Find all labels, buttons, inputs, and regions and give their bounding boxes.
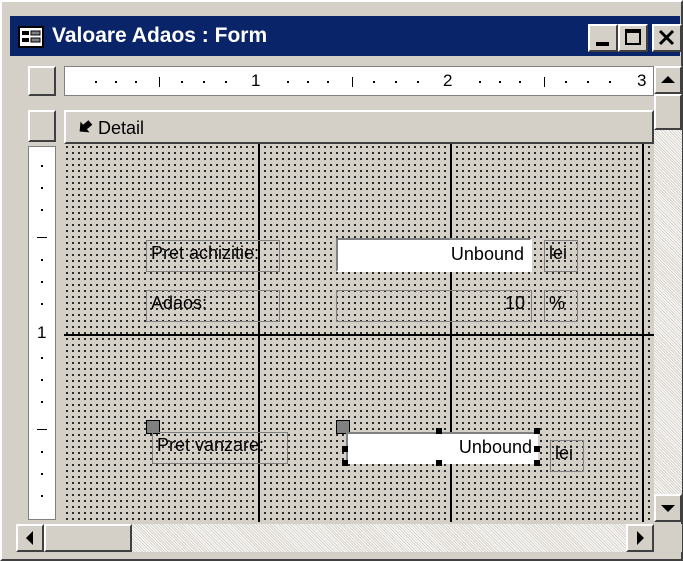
minimize-icon — [596, 42, 609, 46]
pret-achizitie-unit-label[interactable]: lei — [544, 240, 578, 272]
section-selector[interactable] — [28, 110, 56, 142]
adaos-unit-label[interactable]: % — [544, 290, 578, 322]
detail-design-grid[interactable]: Pret achizitie: Unbound lei Adaos: 10 % … — [64, 144, 654, 522]
size-grip-corner — [654, 524, 682, 552]
resize-handle-top-right[interactable] — [534, 428, 540, 434]
detail-section-header[interactable]: Detail — [64, 110, 654, 144]
vertical-scroll-thumb[interactable] — [654, 94, 682, 130]
section-arrow-icon — [79, 120, 93, 133]
vertical-scrollbar[interactable] — [654, 66, 682, 522]
scroll-right-button[interactable] — [626, 524, 654, 552]
resize-handle-top-middle[interactable] — [436, 428, 442, 434]
arrow-right-icon — [637, 531, 644, 545]
pret-achizitie-label[interactable]: Pret achizitie: — [146, 240, 280, 272]
arrow-up-icon — [661, 76, 675, 83]
pret-vanzare-label[interactable]: Pret vanzare: — [152, 432, 288, 464]
maximize-button[interactable] — [618, 24, 648, 52]
scroll-up-button[interactable] — [654, 66, 682, 94]
vertical-ruler-number-1: 1 — [37, 323, 47, 342]
ruler-number-2: 2 — [443, 71, 453, 90]
section-label: Detail — [98, 118, 145, 138]
grid-line-vertical-1 — [258, 144, 260, 522]
pret-vanzare-unit-label[interactable]: lei — [550, 440, 584, 472]
adaos-label[interactable]: Adaos: — [146, 290, 280, 322]
resize-handle-middle-left[interactable] — [342, 446, 348, 452]
arrow-left-icon — [26, 531, 33, 545]
ruler-number-1: 1 — [251, 71, 261, 90]
horizontal-scroll-thumb[interactable] — [44, 524, 132, 552]
vertical-ruler[interactable]: 1 — [28, 146, 56, 520]
maximize-icon — [625, 29, 641, 45]
window-title: Valoare Adaos : Form — [52, 24, 268, 47]
horizontal-ruler[interactable]: 1 2 3 — [64, 66, 654, 96]
pret-vanzare-textbox[interactable]: Unbound — [346, 432, 538, 464]
resize-handle-bottom-left[interactable] — [342, 460, 348, 466]
grid-line-horizontal-1 — [64, 334, 654, 336]
arrow-down-icon — [661, 505, 675, 512]
minimize-button[interactable] — [588, 24, 618, 52]
grid-line-vertical-3 — [642, 144, 644, 522]
resize-handle-bottom-right[interactable] — [534, 460, 540, 466]
form-selector[interactable] — [28, 66, 56, 96]
ruler-ticks — [95, 77, 611, 87]
resize-handle-middle-right[interactable] — [534, 446, 540, 452]
grid-line-vertical-2 — [450, 144, 452, 522]
adaos-textbox[interactable]: 10 — [336, 290, 532, 322]
resize-handle-bottom-middle[interactable] — [436, 460, 442, 466]
ruler-number-3: 3 — [637, 71, 647, 90]
form-window: Valoare Adaos : Form 1 2 3 Detail 1 Pret… — [0, 0, 683, 561]
scroll-down-button[interactable] — [654, 494, 682, 522]
close-icon — [658, 29, 675, 46]
scroll-left-button[interactable] — [16, 524, 44, 552]
pret-achizitie-textbox[interactable]: Unbound — [336, 238, 532, 272]
close-button[interactable] — [652, 24, 682, 52]
form-icon[interactable] — [18, 26, 44, 48]
